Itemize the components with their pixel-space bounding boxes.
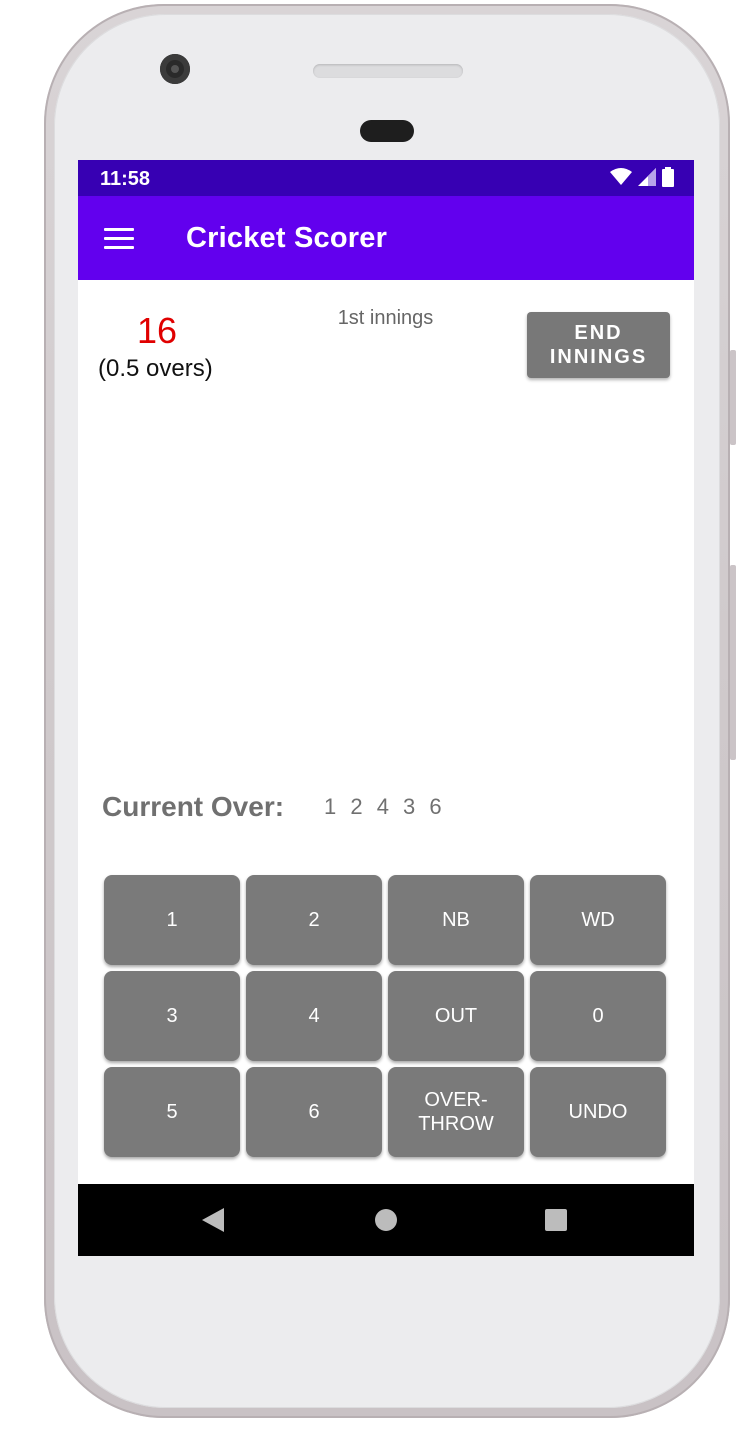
wide-button[interactable]: WD bbox=[530, 875, 666, 965]
screen: 11:58 Cricket Scorer 16 (0.5 overs) 1st … bbox=[78, 160, 694, 1256]
key-4-button[interactable]: 4 bbox=[246, 971, 382, 1061]
key-3-button[interactable]: 3 bbox=[104, 971, 240, 1061]
current-over-label: Current Over: bbox=[102, 791, 285, 822]
out-button[interactable]: OUT bbox=[388, 971, 524, 1061]
recents-icon[interactable] bbox=[545, 1209, 567, 1231]
scoring-keypad: 1 2 NB WD 3 4 OUT 0 5 6 OVER- THROW UNDO bbox=[104, 875, 672, 1163]
hamburger-menu-icon[interactable] bbox=[104, 228, 134, 250]
battery-icon bbox=[662, 167, 674, 187]
innings-label: 1st innings bbox=[337, 307, 434, 329]
app-bar: Cricket Scorer bbox=[78, 196, 694, 280]
overs-count: (0.5 overs) bbox=[98, 355, 213, 382]
phone-volume-button bbox=[730, 565, 736, 760]
front-camera bbox=[160, 54, 190, 84]
end-innings-button[interactable]: END INNINGS bbox=[527, 312, 670, 378]
status-icons bbox=[610, 167, 674, 187]
key-2-button[interactable]: 2 bbox=[246, 875, 382, 965]
no-ball-button[interactable]: NB bbox=[388, 875, 524, 965]
proximity-sensor bbox=[360, 120, 414, 142]
runs-score: 16 bbox=[136, 310, 178, 351]
main-content: 16 (0.5 overs) 1st innings END INNINGS C… bbox=[78, 280, 694, 1184]
back-icon[interactable] bbox=[202, 1208, 224, 1232]
wifi-icon bbox=[610, 168, 632, 185]
navigation-bar bbox=[78, 1184, 694, 1256]
key-5-button[interactable]: 5 bbox=[104, 1067, 240, 1157]
key-6-button[interactable]: 6 bbox=[246, 1067, 382, 1157]
status-time: 11:58 bbox=[100, 168, 151, 190]
key-1-button[interactable]: 1 bbox=[104, 875, 240, 965]
home-icon[interactable] bbox=[375, 1209, 397, 1231]
overthrow-button[interactable]: OVER- THROW bbox=[388, 1067, 524, 1157]
phone-side-button bbox=[730, 350, 736, 445]
undo-button[interactable]: UNDO bbox=[530, 1067, 666, 1157]
status-bar: 11:58 bbox=[78, 160, 694, 196]
key-0-button[interactable]: 0 bbox=[530, 971, 666, 1061]
signal-icon bbox=[638, 168, 656, 186]
app-title: Cricket Scorer bbox=[186, 222, 388, 254]
earpiece-speaker bbox=[313, 64, 463, 78]
current-over-balls: 1 2 4 3 6 bbox=[324, 794, 446, 819]
